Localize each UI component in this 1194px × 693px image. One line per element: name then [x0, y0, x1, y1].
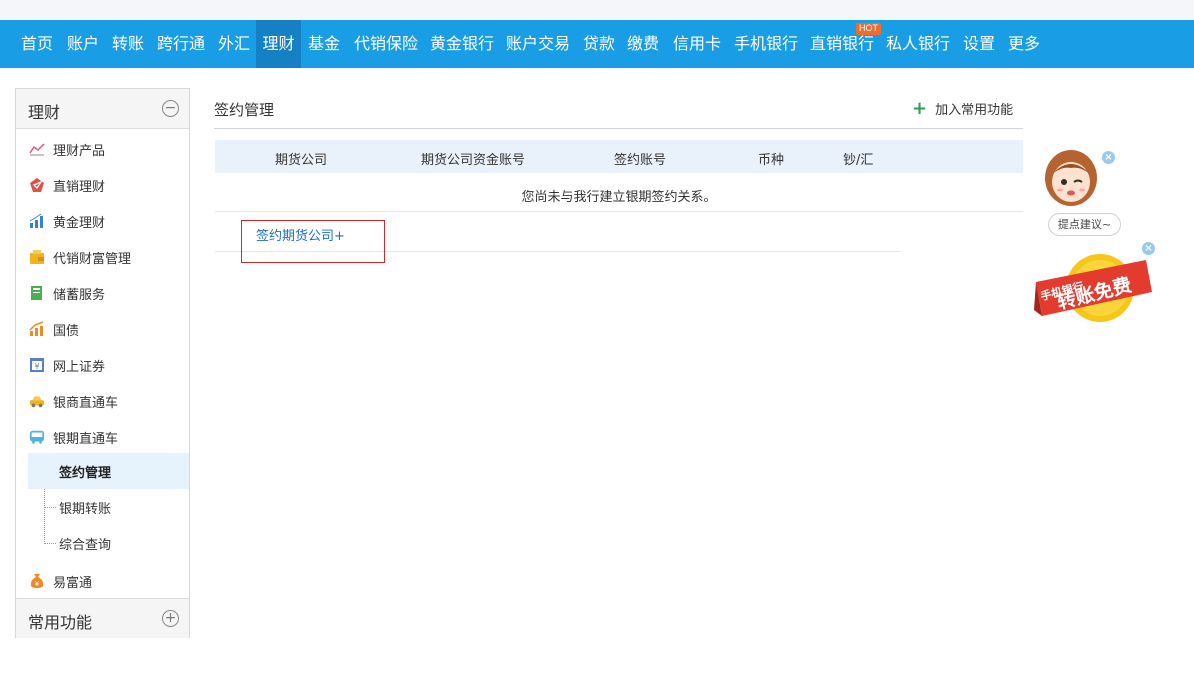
- nav-private-bank[interactable]: 私人银行: [882, 20, 954, 68]
- bar-chart-icon: [29, 213, 43, 228]
- nav-mobile-bank[interactable]: 手机银行: [730, 20, 802, 68]
- collapse-icon[interactable]: −: [162, 100, 179, 117]
- nav-home[interactable]: 首页: [12, 20, 62, 68]
- nav-fund[interactable]: 基金: [303, 20, 345, 68]
- sidebar-item-online-securities[interactable]: ¥ 网上证券: [16, 346, 189, 382]
- svg-text:¥: ¥: [34, 362, 39, 371]
- nav-settings[interactable]: 设置: [958, 20, 1000, 68]
- yen-screen-icon: ¥: [30, 358, 44, 372]
- line-chart-icon: [29, 143, 45, 156]
- main-nav-bar: 首页 账户 转账 跨行通 外汇 理财 基金 代销保险 黄金银行 账户交易 贷款 …: [0, 20, 1194, 68]
- hot-badge: HOT: [856, 23, 881, 35]
- nav-account[interactable]: 账户: [62, 20, 104, 68]
- add-favorite-button[interactable]: + 加入常用功能: [912, 98, 1013, 119]
- svg-text:¥: ¥: [35, 580, 40, 588]
- close-promo-icon[interactable]: ×: [1142, 242, 1155, 255]
- sidebar: 理财 − 理财产品 直销理财 黄金理财 代销财富管理 储蓄服务 国债 ¥ 网上证…: [15, 88, 190, 638]
- nav-transfer[interactable]: 转账: [107, 20, 149, 68]
- sidebar-header-common[interactable]: 常用功能 +: [16, 598, 189, 638]
- column-currency: 币种: [758, 153, 785, 168]
- empty-message: 您尚未与我行建立银期签约关系。: [521, 190, 717, 205]
- nav-gold-bank[interactable]: 黄金银行: [426, 20, 498, 68]
- nav-account-trade[interactable]: 账户交易: [502, 20, 574, 68]
- table-header: 期货公司 期货公司资金账号 签约账号 币种 钞/汇: [215, 140, 1023, 173]
- sidebar-item-yifutong[interactable]: ¥ 易富通: [16, 562, 189, 598]
- suggest-button[interactable]: 提点建议~: [1048, 213, 1121, 236]
- nav-credit-card[interactable]: 信用卡: [668, 20, 726, 68]
- nav-interbank[interactable]: 跨行通: [152, 20, 210, 68]
- nav-payment[interactable]: 缴费: [622, 20, 664, 68]
- column-futures-company: 期货公司: [275, 153, 328, 168]
- browser-top-strip: [0, 0, 1194, 20]
- sidebar-item-agency-wealth[interactable]: 代销财富管理: [16, 238, 189, 274]
- rising-chart-icon: [29, 321, 44, 336]
- expand-icon[interactable]: +: [162, 610, 179, 627]
- sidebar-header-wealth[interactable]: 理财 −: [16, 89, 189, 129]
- money-bag-icon: ¥: [30, 574, 44, 588]
- wallet-icon: [30, 250, 44, 264]
- cartoon-girl-icon[interactable]: [1040, 148, 1102, 212]
- sidebar-sub-futures-transfer[interactable]: 银期转账: [28, 489, 189, 525]
- sidebar-item-savings[interactable]: 储蓄服务: [16, 274, 189, 310]
- car-icon: [29, 396, 45, 408]
- savings-book-icon: [31, 286, 42, 300]
- plus-icon: +: [912, 98, 928, 119]
- sidebar-section-title: 理财: [28, 103, 61, 122]
- page-title: 签约管理: [214, 101, 275, 119]
- column-sign-account: 签约账号: [614, 153, 667, 168]
- table-empty-row: 您尚未与我行建立银期签约关系。: [215, 174, 1023, 212]
- sidebar-sub-sign-management[interactable]: 签约管理: [28, 453, 189, 489]
- nav-wealth[interactable]: 理财: [256, 20, 301, 68]
- nav-more[interactable]: 更多: [1003, 20, 1045, 68]
- sidebar-footer-title: 常用功能: [28, 613, 93, 632]
- highlight-box: [241, 220, 385, 263]
- column-futures-account: 期货公司资金账号: [421, 153, 526, 168]
- sidebar-item-wealth-products[interactable]: 理财产品: [16, 130, 189, 166]
- column-cash-remit: 钞/汇: [843, 153, 874, 168]
- nav-insurance[interactable]: 代销保险: [350, 20, 422, 68]
- sidebar-item-bank-futures[interactable]: 银期直通车: [16, 418, 189, 454]
- title-divider: [214, 128, 1023, 129]
- bus-icon: [29, 430, 45, 444]
- sidebar-item-treasury-bond[interactable]: 国债: [16, 310, 189, 346]
- nav-loan[interactable]: 贷款: [578, 20, 620, 68]
- sidebar-sub-general-query[interactable]: 综合查询: [28, 525, 189, 561]
- sidebar-item-direct-wealth[interactable]: 直销理财: [16, 166, 189, 202]
- close-helper-icon[interactable]: ×: [1102, 151, 1115, 164]
- sidebar-item-gold-wealth[interactable]: 黄金理财: [16, 202, 189, 238]
- sidebar-item-bank-merchant[interactable]: 银商直通车: [16, 382, 189, 418]
- red-gem-icon: [30, 178, 44, 192]
- nav-forex[interactable]: 外汇: [213, 20, 255, 68]
